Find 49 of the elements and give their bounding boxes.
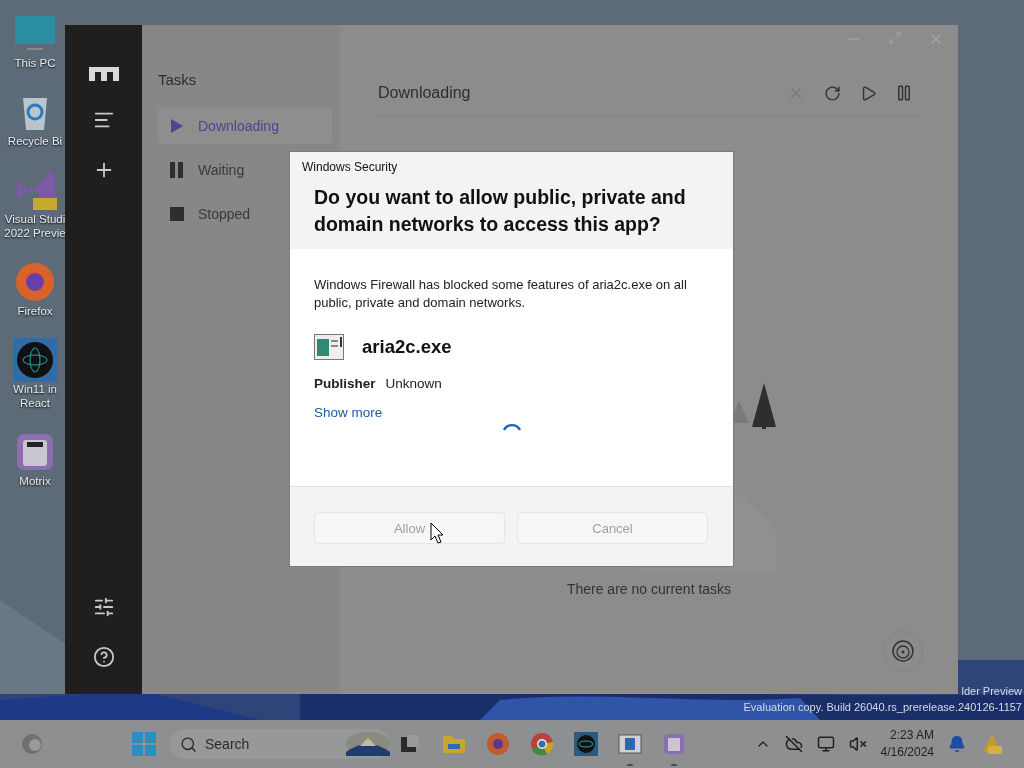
running-indicator [671, 764, 677, 766]
search-icon [180, 735, 197, 753]
desktop-icon-label[interactable]: React [19, 396, 50, 410]
pause-icon[interactable] [895, 84, 913, 102]
desktop-icon-label[interactable]: Visual Studi [4, 212, 66, 226]
settings-icon[interactable] [92, 596, 115, 618]
help-icon[interactable] [92, 646, 115, 668]
app-logo-icon [88, 67, 119, 81]
desktop-icon-label[interactable]: 2022 Previe [4, 226, 66, 240]
page-title: Downloading [378, 84, 472, 102]
network-icon[interactable] [816, 735, 835, 753]
browser-logo-icon[interactable] [530, 732, 554, 756]
dialog-heading: Do you want to allow public, private and domain networks to access this app? [314, 185, 687, 237]
start-icon[interactable] [132, 732, 156, 756]
empty-message: There are no current tasks [566, 581, 732, 597]
desktop-icon-label[interactable]: Motrix [19, 474, 51, 488]
dialog-caption: Windows Security [302, 160, 399, 174]
desktop-icon-label[interactable]: This PC [14, 56, 56, 70]
browser-logo-icon[interactable] [486, 732, 510, 756]
show-more-link[interactable]: Show more [314, 405, 383, 420]
desktop-icon-label[interactable]: Recycle Bi [7, 134, 63, 148]
cloud-off-icon[interactable] [784, 735, 803, 753]
task-filter-item[interactable]: Downloading [158, 108, 332, 144]
atom-icon [13, 338, 57, 382]
desktop-icon-label[interactable]: Win11 in [13, 382, 57, 396]
pause-icon [170, 162, 184, 178]
browser-logo-icon [13, 260, 57, 304]
dialog-message: Windows Firewall has blocked some features of aria2c.exe on all public, private and domain networks. [314, 276, 688, 312]
volume-muted-icon[interactable] [848, 735, 867, 753]
publisher-value: Unknown [385, 376, 442, 391]
gauge-icon [891, 639, 915, 663]
watermark-text: lder Preview [961, 684, 1022, 699]
running-indicator [627, 764, 633, 766]
app-logo-icon[interactable] [662, 732, 686, 756]
watermark-text: Evaluation copy. Build 26040.rs_prerelease.240126-1157 [743, 700, 1022, 715]
publisher-label: Publisher [314, 376, 376, 391]
panel-title: Tasks [158, 71, 198, 88]
bell-icon[interactable] [948, 735, 966, 753]
stop-icon [170, 206, 184, 222]
play-icon [170, 118, 184, 134]
refresh-icon[interactable] [823, 84, 841, 102]
clock[interactable]: 2:23 AM 4/16/2024 [880, 727, 934, 761]
app-name: aria2c.exe [362, 336, 452, 358]
cursor-icon [430, 522, 444, 544]
desktop-icon-label[interactable]: Firefox [17, 304, 53, 318]
search-field[interactable]: Search [170, 729, 390, 759]
atom-icon[interactable] [574, 732, 598, 756]
app-window-icon [314, 334, 344, 360]
app-window-icon[interactable] [618, 732, 642, 756]
